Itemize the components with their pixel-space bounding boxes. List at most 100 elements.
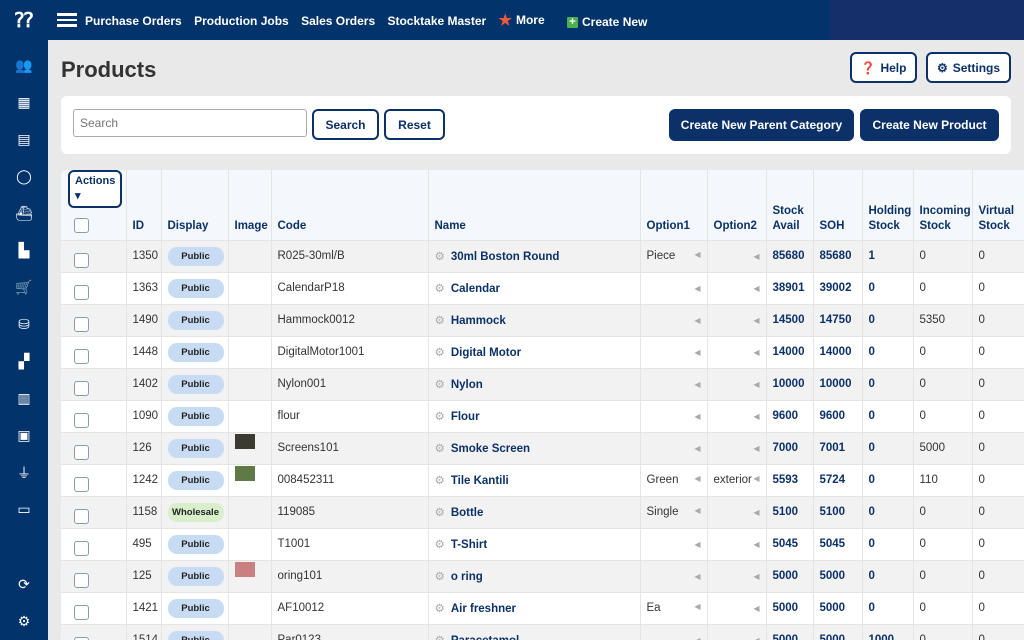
product-name-link[interactable]: Digital Motor xyxy=(451,347,521,359)
cart-icon[interactable]: 🛒 xyxy=(0,269,48,306)
row-checkbox[interactable] xyxy=(74,445,89,460)
table-row[interactable]: 1514 Public Par0123 ⚙Paracetamol ◀ ◀ 500… xyxy=(61,624,1024,640)
gear-icon[interactable]: ⚙ xyxy=(435,251,445,263)
row-checkbox[interactable] xyxy=(74,605,89,620)
product-name-link[interactable]: Flour xyxy=(451,411,480,423)
cell-stock-avail[interactable]: 5000 xyxy=(766,592,813,624)
ship-icon[interactable]: ⛴ xyxy=(0,195,48,232)
cell-option1[interactable]: ◀ xyxy=(640,304,707,336)
cell-option1[interactable]: ◀ xyxy=(640,368,707,400)
row-checkbox[interactable] xyxy=(74,349,89,364)
cell-option1[interactable]: ◀ xyxy=(640,624,707,640)
nav-sales-orders[interactable]: Sales Orders xyxy=(301,14,375,28)
col-name[interactable]: Name xyxy=(428,170,640,240)
search-input[interactable] xyxy=(73,109,307,137)
cell-holding[interactable]: 0 xyxy=(862,272,913,304)
cell-option1[interactable]: Ea◀ xyxy=(640,592,707,624)
store-icon[interactable]: ▭ xyxy=(0,491,48,528)
cell-holding[interactable]: 0 xyxy=(862,432,913,464)
row-checkbox[interactable] xyxy=(74,317,89,332)
cell-option1[interactable]: ◀ xyxy=(640,272,707,304)
cell-option1[interactable]: ◀ xyxy=(640,560,707,592)
cell-stock-avail[interactable]: 85680 xyxy=(766,240,813,272)
cell-option1[interactable]: ◀ xyxy=(640,336,707,368)
settings-gear-icon[interactable]: ⚙ xyxy=(0,603,48,640)
cell-option2[interactable]: exterior◀ xyxy=(707,464,766,496)
gear-icon[interactable]: ⚙ xyxy=(435,475,445,487)
col-id[interactable]: ID xyxy=(126,170,161,240)
cell-option2[interactable]: ◀ xyxy=(707,272,766,304)
cell-soh[interactable]: 5000 xyxy=(813,624,862,640)
nav-more[interactable]: ★More xyxy=(499,11,545,29)
cell-stock-avail[interactable]: 7000 xyxy=(766,432,813,464)
cell-option1[interactable]: ◀ xyxy=(640,432,707,464)
product-name-link[interactable]: Air freshner xyxy=(451,603,516,615)
cell-soh[interactable]: 5045 xyxy=(813,528,862,560)
app-logo[interactable]: ⁇ xyxy=(0,8,48,33)
cell-stock-avail[interactable]: 10000 xyxy=(766,368,813,400)
table-row[interactable]: 1363 Public CalendarP18 ⚙Calendar ◀ ◀ 38… xyxy=(61,272,1024,304)
circle-notch-icon[interactable]: ◯ xyxy=(0,158,48,195)
product-thumbnail[interactable] xyxy=(235,466,255,481)
cell-holding[interactable]: 0 xyxy=(862,496,913,528)
gear-icon[interactable]: ⚙ xyxy=(435,603,445,615)
select-all-checkbox[interactable] xyxy=(74,218,89,233)
cell-holding[interactable]: 0 xyxy=(862,560,913,592)
table-row[interactable]: 1158 Wholesale 119085 ⚙Bottle Single◀ ◀ … xyxy=(61,496,1024,528)
cell-option2[interactable]: ◀ xyxy=(707,336,766,368)
cell-soh[interactable]: 5724 xyxy=(813,464,862,496)
row-checkbox[interactable] xyxy=(74,477,89,492)
cell-holding[interactable]: 0 xyxy=(862,368,913,400)
cell-stock-avail[interactable]: 5100 xyxy=(766,496,813,528)
cell-stock-avail[interactable]: 38901 xyxy=(766,272,813,304)
nav-purchase-orders[interactable]: Purchase Orders xyxy=(85,14,182,28)
col-code[interactable]: Code xyxy=(271,170,428,240)
cell-option1[interactable]: Single◀ xyxy=(640,496,707,528)
factory-icon[interactable]: ▙ xyxy=(0,232,48,269)
table-row[interactable]: 1242 Public 008452311 ⚙Tile Kantili Gree… xyxy=(61,464,1024,496)
cell-option2[interactable]: ◀ xyxy=(707,368,766,400)
clipboard-icon[interactable]: ▤ xyxy=(0,121,48,158)
col-virtual-stock[interactable]: Virtual Stock xyxy=(972,170,1024,240)
gear-icon[interactable]: ⚙ xyxy=(435,507,445,519)
users-icon[interactable]: 👥 xyxy=(0,47,48,84)
chart-icon[interactable]: ▥ xyxy=(0,380,48,417)
table-row[interactable]: 1402 Public Nylon001 ⚙Nylon ◀ ◀ 10000 10… xyxy=(61,368,1024,400)
table-row[interactable]: 1350 Public R025-30ml/B ⚙30ml Boston Rou… xyxy=(61,240,1024,272)
cell-soh[interactable]: 5000 xyxy=(813,592,862,624)
cell-holding[interactable]: 0 xyxy=(862,528,913,560)
cell-holding[interactable]: 0 xyxy=(862,304,913,336)
refresh-icon[interactable]: ⟳ xyxy=(0,566,48,603)
cell-holding[interactable]: 1000 xyxy=(862,624,913,640)
cell-option2[interactable]: ◀ xyxy=(707,624,766,640)
row-checkbox[interactable] xyxy=(74,573,89,588)
nav-stocktake-master[interactable]: Stocktake Master xyxy=(387,14,486,28)
cell-holding[interactable]: 0 xyxy=(862,336,913,368)
table-row[interactable]: 495 Public T1001 ⚙T-Shirt ◀ ◀ 5045 5045 … xyxy=(61,528,1024,560)
create-product-button[interactable]: Create New Product xyxy=(860,109,999,141)
col-incoming-stock[interactable]: Incoming Stock xyxy=(913,170,972,240)
cell-stock-avail[interactable]: 14000 xyxy=(766,336,813,368)
row-checkbox[interactable] xyxy=(74,381,89,396)
product-thumbnail[interactable] xyxy=(235,562,255,577)
product-name-link[interactable]: o ring xyxy=(451,571,483,583)
create-parent-category-button[interactable]: Create New Parent Category xyxy=(669,109,854,141)
cell-stock-avail[interactable]: 5000 xyxy=(766,560,813,592)
row-checkbox[interactable] xyxy=(74,285,89,300)
row-checkbox[interactable] xyxy=(74,413,89,428)
cell-option2[interactable]: ◀ xyxy=(707,240,766,272)
cell-soh[interactable]: 5000 xyxy=(813,560,862,592)
cell-soh[interactable]: 14000 xyxy=(813,336,862,368)
cell-holding[interactable]: 0 xyxy=(862,400,913,432)
cell-option2[interactable]: ◀ xyxy=(707,528,766,560)
cell-option2[interactable]: ◀ xyxy=(707,304,766,336)
cell-stock-avail[interactable]: 5593 xyxy=(766,464,813,496)
row-checkbox[interactable] xyxy=(74,253,89,268)
reset-button[interactable]: Reset xyxy=(384,109,445,140)
row-checkbox[interactable] xyxy=(74,541,89,556)
product-name-link[interactable]: Paracetamol xyxy=(451,635,519,640)
cell-stock-avail[interactable]: 5045 xyxy=(766,528,813,560)
product-name-link[interactable]: 30ml Boston Round xyxy=(451,251,560,263)
gear-icon[interactable]: ⚙ xyxy=(435,411,445,423)
cell-soh[interactable]: 10000 xyxy=(813,368,862,400)
